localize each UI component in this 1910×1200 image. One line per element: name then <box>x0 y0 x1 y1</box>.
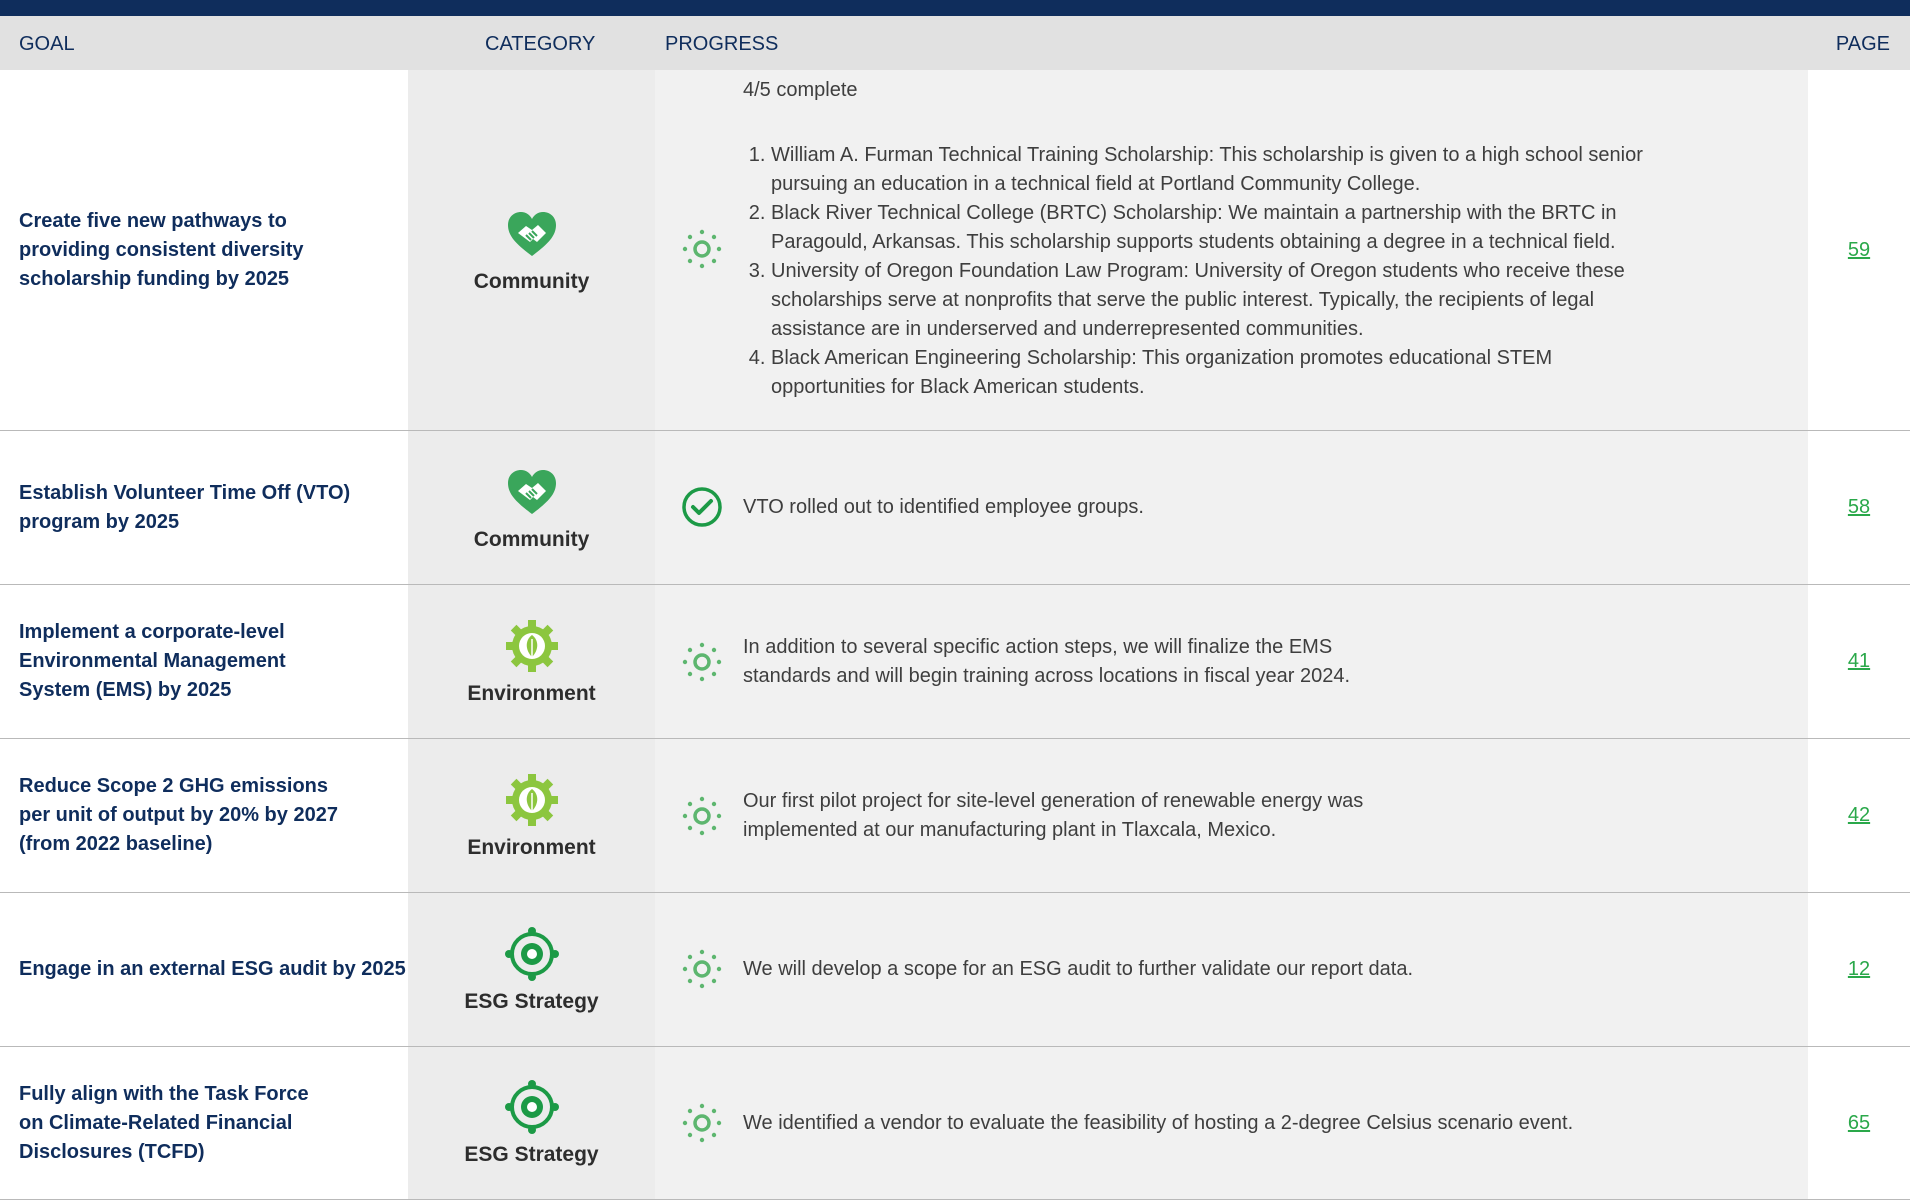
scholarship-list: William A. Furman Technical Training Sch… <box>743 141 1668 402</box>
page-cell: 65 <box>1808 1047 1910 1199</box>
progress-text: In addition to several specific action s… <box>743 636 1351 687</box>
list-item: Black American Engineering Scholarship: … <box>771 344 1668 402</box>
goal-text: Implement a corporate-level Environmenta… <box>19 621 286 701</box>
check-circle-icon <box>682 487 722 527</box>
table-row: Create five new pathways to providing co… <box>0 70 1910 431</box>
category-cell: ESG Strategy <box>408 1047 655 1199</box>
category-label: Environment <box>467 681 596 705</box>
page-link[interactable]: 65 <box>1848 1112 1870 1135</box>
table-row: Implement a corporate-level Environmenta… <box>0 585 1910 739</box>
goal-text: Create five new pathways to providing co… <box>19 209 304 290</box>
category-label: Environment <box>467 835 596 859</box>
table-row: Reduce Scope 2 GHG emissions per unit of… <box>0 739 1910 893</box>
category-label: Community <box>473 270 590 293</box>
goal-cell: Reduce Scope 2 GHG emissions per unit of… <box>0 739 408 892</box>
goal-text: Engage in an external ESG audit by 2025 <box>19 958 406 980</box>
progress-text: 4/5 complete William A. Furman Technical… <box>743 76 1668 402</box>
goal-cell: Create five new pathways to providing co… <box>0 70 408 430</box>
header-goal: GOAL <box>19 33 75 55</box>
category-label: ESG Strategy <box>464 989 599 1013</box>
handshake-heart-icon <box>507 469 556 514</box>
page-cell: 59 <box>1808 70 1910 430</box>
table-row: Establish Volunteer Time Off (VTO) progr… <box>0 431 1910 585</box>
progress-cell: We will develop a scope for an ESG audit… <box>655 893 1808 1046</box>
category-label: Community <box>473 527 590 551</box>
progress-text: We will develop a scope for an ESG audit… <box>743 958 1413 980</box>
page-cell: 42 <box>1808 739 1910 892</box>
list-item: William A. Furman Technical Training Sch… <box>771 141 1668 199</box>
category-cell: ESG Strategy <box>408 893 655 1046</box>
progress-text: Our first pilot project for site-level g… <box>743 790 1364 841</box>
list-item: University of Oregon Foundation Law Prog… <box>771 257 1668 344</box>
progress-cell: VTO rolled out to identified employee gr… <box>655 431 1808 584</box>
in-progress-icon <box>682 1103 722 1143</box>
leaf-gear-icon <box>505 773 558 826</box>
goal-cell: Implement a corporate-level Environmenta… <box>0 585 408 738</box>
target-network-icon <box>504 1080 559 1134</box>
progress-cell: In addition to several specific action s… <box>655 585 1808 738</box>
page-cell: 58 <box>1808 431 1910 584</box>
page-link[interactable]: 59 <box>1848 239 1870 262</box>
page-link[interactable]: 41 <box>1848 650 1870 673</box>
category-cell: Community <box>408 431 655 584</box>
goal-cell: Establish Volunteer Time Off (VTO) progr… <box>0 431 408 584</box>
goal-cell: Fully align with the Task Force on Clima… <box>0 1047 408 1199</box>
page-cell: 41 <box>1808 585 1910 738</box>
goal-text: Establish Volunteer Time Off (VTO) progr… <box>19 481 351 533</box>
progress-cell: We identified a vendor to evaluate the f… <box>655 1047 1808 1199</box>
list-item: Black River Technical College (BRTC) Sch… <box>771 199 1668 257</box>
in-progress-icon <box>682 642 722 682</box>
page-cell: 12 <box>1808 893 1910 1046</box>
table-header: GOAL CATEGORY PROGRESS PAGE <box>0 16 1910 70</box>
in-progress-icon <box>682 949 722 989</box>
category-cell: Environment <box>408 585 655 738</box>
category-cell: Community <box>408 70 655 430</box>
goal-text: Fully align with the Task Force on Clima… <box>19 1082 309 1163</box>
progress-cell: Our first pilot project for site-level g… <box>655 739 1808 892</box>
goal-text: Reduce Scope 2 GHG emissions per unit of… <box>19 775 338 855</box>
page-link[interactable]: 58 <box>1848 496 1870 519</box>
handshake-heart-icon <box>507 212 556 256</box>
goal-cell: Engage in an external ESG audit by 2025 <box>0 893 408 1046</box>
top-bar <box>0 0 1910 16</box>
category-label: ESG Strategy <box>464 1143 599 1166</box>
header-category: CATEGORY <box>485 33 596 55</box>
category-cell: Environment <box>408 739 655 892</box>
table-row: Engage in an external ESG audit by 2025 … <box>0 893 1910 1047</box>
progress-intro: 4/5 complete <box>743 79 858 101</box>
in-progress-icon <box>682 229 722 269</box>
header-page: PAGE <box>1835 33 1890 55</box>
progress-text: VTO rolled out to identified employee gr… <box>743 496 1144 518</box>
progress-cell: 4/5 complete William A. Furman Technical… <box>655 70 1808 430</box>
target-network-icon <box>504 926 559 981</box>
in-progress-icon <box>682 796 722 836</box>
page-link[interactable]: 42 <box>1848 804 1870 827</box>
progress-text: We identified a vendor to evaluate the f… <box>743 1112 1574 1134</box>
leaf-gear-icon <box>505 619 558 672</box>
header-progress: PROGRESS <box>665 33 779 55</box>
table-row: Fully align with the Task Force on Clima… <box>0 1047 1910 1200</box>
page-link[interactable]: 12 <box>1848 958 1870 981</box>
